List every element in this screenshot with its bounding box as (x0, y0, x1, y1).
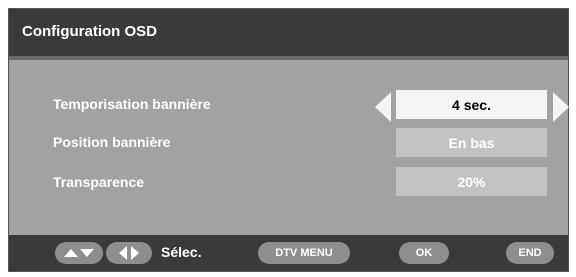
down-arrow-icon (80, 249, 94, 257)
arrow-right-icon[interactable] (553, 92, 569, 122)
setting-label-banner-position: Position bannière (53, 134, 171, 150)
left-right-button[interactable] (106, 242, 152, 264)
setting-value-transparency[interactable]: 20% (396, 167, 547, 196)
setting-label-transparency: Transparence (53, 174, 145, 190)
setting-value-banner-timeout[interactable]: 4 sec. (396, 90, 547, 119)
window-title: Configuration OSD (22, 23, 157, 40)
up-down-button[interactable] (55, 242, 103, 264)
up-arrow-icon (64, 249, 78, 257)
end-button[interactable]: END (506, 242, 554, 264)
left-arrow-icon (119, 246, 127, 260)
select-label: Sélec. (161, 244, 202, 260)
setting-value-banner-position[interactable]: En bas (396, 128, 547, 157)
dtv-menu-button[interactable]: DTV MENU (258, 242, 350, 264)
osd-window: Configuration OSD Temporisation bannière… (8, 8, 569, 272)
setting-label-banner-timeout: Temporisation bannière (53, 96, 211, 112)
ok-button[interactable]: OK (399, 242, 449, 264)
footer-bar: Sélec. DTV MENU OK END (9, 235, 568, 271)
right-arrow-icon (131, 246, 139, 260)
arrow-left-icon[interactable] (375, 92, 391, 122)
title-bar: Configuration OSD (9, 9, 568, 60)
